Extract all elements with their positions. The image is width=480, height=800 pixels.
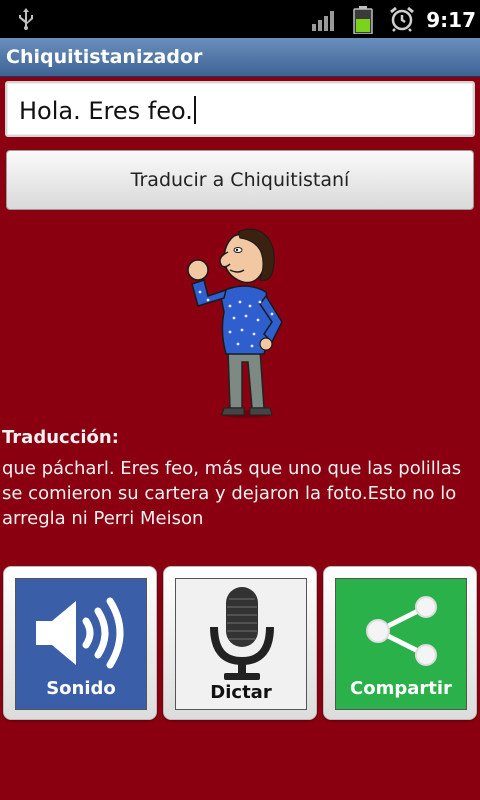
dictate-button-face: Dictar — [175, 578, 307, 710]
sound-button-label: Sonido — [46, 678, 116, 699]
usb-icon — [19, 8, 33, 30]
character-illustration — [187, 228, 283, 418]
share-button-label: Compartir — [350, 678, 452, 699]
text-input[interactable]: Hola. Eres feo. — [5, 81, 475, 137]
translation-text: que pácharl. Eres feo, más que uno que l… — [2, 458, 462, 529]
dictate-button-label: Dictar — [210, 682, 272, 703]
dictate-button[interactable]: Dictar — [163, 566, 317, 720]
share-icon — [366, 596, 437, 666]
sound-button-face: Sonido — [15, 578, 147, 710]
translate-button[interactable]: Traducir a Chiquitistaní — [6, 150, 474, 210]
status-bar: 9:17 — [0, 0, 480, 38]
translation-label: Traducción: — [2, 427, 119, 448]
input-value: Hola. Eres feo. — [19, 83, 196, 139]
text-caret — [193, 96, 196, 124]
alarm-icon — [390, 6, 414, 32]
share-button-face: Compartir — [335, 578, 467, 710]
clock: 9:17 — [426, 8, 476, 32]
sound-button[interactable]: Sonido — [3, 566, 157, 720]
share-button[interactable]: Compartir — [323, 566, 477, 720]
signal-icon — [312, 11, 334, 31]
microphone-icon — [210, 587, 274, 680]
speaker-icon — [36, 597, 124, 669]
app-titlebar: Chiquitistanizador — [0, 38, 480, 77]
battery-icon — [353, 6, 373, 34]
app-title: Chiquitistanizador — [6, 46, 203, 68]
